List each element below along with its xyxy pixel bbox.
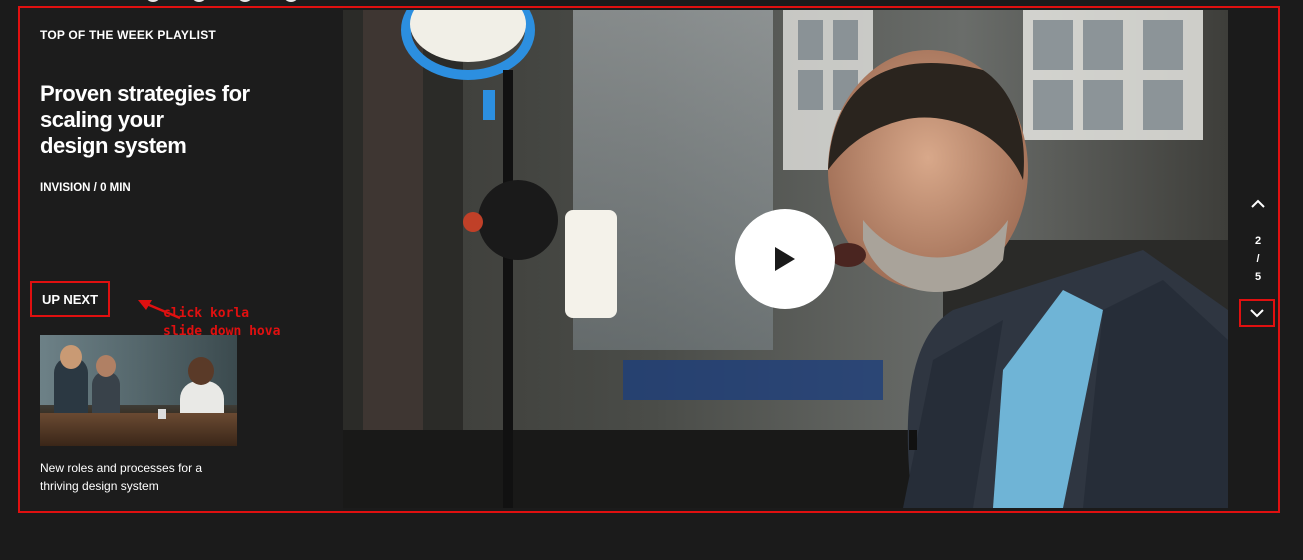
toolbar-icon[interactable] (283, 0, 299, 2)
toolbar-icon[interactable] (145, 0, 161, 2)
top-toolbar-icons (145, 0, 299, 2)
toolbar-icon[interactable] (237, 0, 253, 2)
highlight-frame (18, 6, 1280, 513)
playlist-stage: TOP OF THE WEEK PLAYLIST Proven strategi… (0, 0, 1303, 560)
toolbar-icon[interactable] (191, 0, 207, 2)
